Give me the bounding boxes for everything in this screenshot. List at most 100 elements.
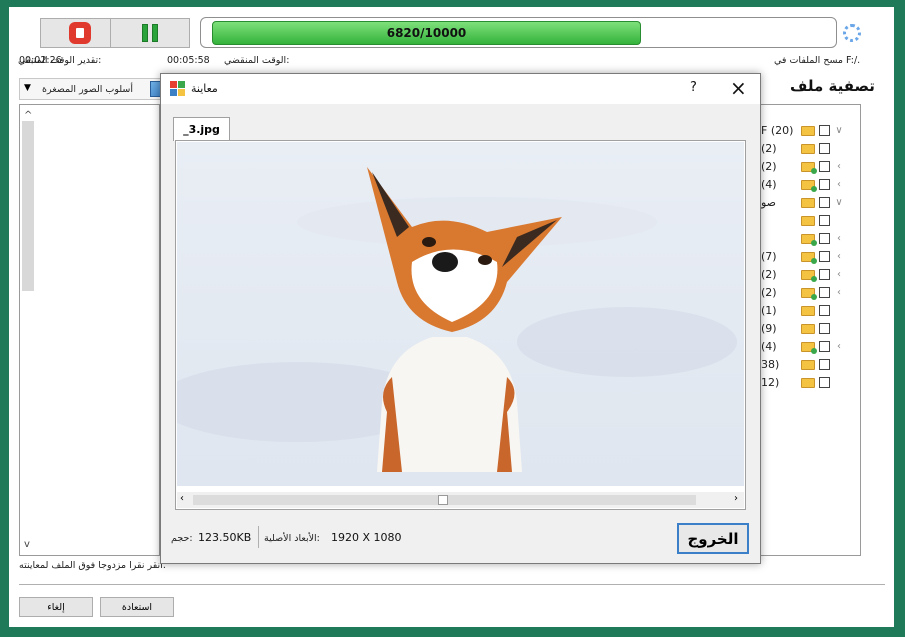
tree-item[interactable]: (1) [761,302,861,319]
folder-icon [801,161,817,174]
tree-item-checkbox[interactable] [819,287,830,298]
tree-item-label: (2) [761,286,777,299]
stop-icon [69,22,91,44]
scroll-right-icon[interactable]: › [734,493,738,504]
tree-expand-icon[interactable]: ‹ [834,251,844,262]
tree-item[interactable]: (7) ‹ [761,248,861,265]
folder-icon [801,179,817,192]
tree-item-label: (4) [761,178,777,191]
tree-item-checkbox[interactable] [819,269,830,280]
dims-label: الأبعاد الأصلية: [264,533,320,544]
fox-image [177,142,744,486]
progress-text: 6820/10000 [386,26,467,40]
tree-item-checkbox[interactable] [819,341,830,352]
tree-item-label: (9) [761,322,777,335]
tree-item-label: (4) [761,340,777,353]
filter-title: تصفية ملف [790,77,875,95]
tree-item-checkbox[interactable] [819,197,830,208]
tree-item-checkbox[interactable] [819,143,830,154]
scroll-track[interactable] [193,495,696,505]
tree-item[interactable]: F (20) ∨ [761,122,861,139]
tree-item[interactable] [761,212,861,229]
folder-icon [801,377,815,388]
tree-item[interactable]: (2) ‹ [761,266,861,283]
status-hint: انقر نقرا مزدوجا فوق الملف لمعاينته. [19,560,166,571]
folder-icon [801,125,815,136]
help-button[interactable]: ? [690,80,697,95]
tree-expand-icon[interactable]: ‹ [834,179,844,190]
tree-item-label: (7) [761,250,777,263]
tree-item-label: F (20) [761,124,794,137]
tree-item-label: صو [761,196,777,209]
tree-item-label: (1) [761,304,777,317]
folder-icon [801,143,815,154]
view-mode-dropdown[interactable]: ▼ أسلوب الصور المصغرة [19,78,169,100]
remaining-value: 00:02:26 [19,55,62,66]
divider [258,526,259,548]
spinner-icon [843,24,861,42]
tree-item[interactable]: (2) [761,140,861,157]
cancel-button[interactable]: إلغاء [19,597,93,617]
separator [19,584,885,585]
preview-dialog: معاينة ? × _3.jpg ‹ › حجم: 123.50KB الأب… [160,73,761,564]
scroll-down-icon[interactable]: v [24,539,30,550]
tree-item-checkbox[interactable] [819,233,830,244]
tree-expand-icon[interactable]: ∨ [834,125,844,136]
tree-item-checkbox[interactable] [819,179,830,190]
left-scrollbar[interactable] [22,121,34,291]
folder-icon [801,233,817,246]
tree-item-label: 12) [761,376,780,389]
tree-item[interactable]: 12) [761,374,861,391]
tree-item-checkbox[interactable] [819,377,830,388]
tree-item-checkbox[interactable] [819,305,830,316]
tree-item-checkbox[interactable] [819,323,830,334]
pause-button[interactable] [110,18,190,48]
tree-item[interactable]: 38) [761,356,861,373]
dialog-titlebar: معاينة ? × [161,74,760,104]
scan-label: مسح الملفات في F:/. [774,55,861,66]
elapsed-label: الوقت المنقضي: [224,55,290,66]
scroll-thumb[interactable] [438,495,448,505]
scroll-up-icon[interactable]: ^ [24,110,32,121]
dialog-title: معاينة [191,82,218,95]
image-viewer [175,140,746,510]
tree-item-checkbox[interactable] [819,251,830,262]
folder-icon [801,341,817,354]
folder-icon [801,269,817,282]
tree-item-label: 38) [761,358,780,371]
tree-item-checkbox[interactable] [819,215,830,226]
horizontal-scrollbar[interactable]: ‹ › [177,492,744,508]
tree-item[interactable]: (2) ‹ [761,284,861,301]
tree-item[interactable]: (4) ‹ [761,338,861,355]
close-button[interactable]: × [730,76,747,100]
tree-expand-icon[interactable]: ‹ [834,161,844,172]
tree-item[interactable]: صو ∨ [761,194,861,211]
tree-item-checkbox[interactable] [819,125,830,136]
restore-button[interactable]: استعادة [100,597,174,617]
size-label: حجم: [171,533,193,544]
view-mode-label: أسلوب الصور المصغرة [42,84,133,95]
tree-expand-icon[interactable]: ‹ [834,341,844,352]
elapsed-value: 00:05:58 [167,55,210,66]
tree-expand-icon[interactable]: ‹ [834,269,844,280]
folder-icon [801,287,817,300]
tree-expand-icon[interactable]: ‹ [834,287,844,298]
tree-item[interactable]: ‹ [761,230,861,247]
tree-item[interactable]: (2) ‹ [761,158,861,175]
tab-image[interactable]: _3.jpg [173,117,230,141]
tree-item[interactable]: (4) ‹ [761,176,861,193]
exit-button[interactable]: الخروج [677,523,749,554]
chevron-down-icon: ▼ [24,83,31,93]
folder-icon [801,359,815,370]
folder-icon [801,197,815,208]
tree-item-checkbox[interactable] [819,359,830,370]
tree-item-checkbox[interactable] [819,161,830,172]
tree-item[interactable]: (9) [761,320,861,337]
tree-expand-icon[interactable]: ∨ [834,197,844,208]
pause-icon [142,24,158,42]
stop-button[interactable] [40,18,120,48]
scroll-left-icon[interactable]: ‹ [180,493,184,504]
file-list-pane[interactable] [19,104,160,556]
dims-value: 1920 X 1080 [331,531,402,544]
tree-expand-icon[interactable]: ‹ [834,233,844,244]
